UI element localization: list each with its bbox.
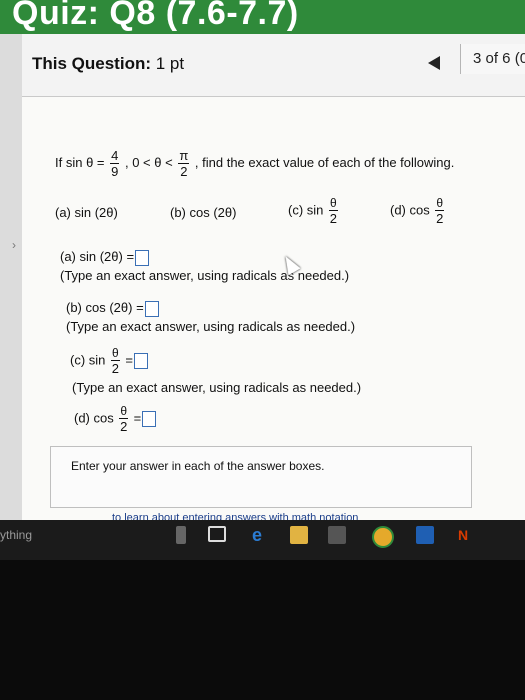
answer-c-instruction: (Type an exact answer, using radicals as…	[72, 380, 362, 395]
microphone-icon[interactable]	[176, 526, 186, 544]
fraction-denominator: 2	[329, 211, 337, 226]
answer-c-label: (c) sin	[70, 352, 106, 368]
fraction-theta-over-two: θ2	[119, 404, 129, 434]
answer-d-label: (d) cos	[74, 410, 114, 426]
fraction-numerator: θ	[329, 196, 338, 211]
fraction-numerator: π	[178, 148, 190, 164]
answer-a-input[interactable]	[135, 249, 150, 266]
answer-c-row: (c) sin θ2 =	[70, 347, 148, 375]
question-points: This Question: 1 pt	[32, 54, 184, 74]
problem-interval: , 0 < θ <	[124, 154, 173, 170]
fraction-denominator: 2	[436, 211, 444, 226]
equals-sign: =	[133, 410, 142, 426]
taskbar-search-text[interactable]: ything	[0, 528, 32, 542]
answer-d-row: (d) cos θ2 =	[74, 404, 157, 434]
answer-hint-text: Enter your answer in each of the answer …	[71, 459, 325, 473]
answer-hint-box: Enter your answer in each of the answer …	[50, 446, 472, 508]
part-a-prompt: (a) sin (2θ)	[55, 205, 118, 220]
answer-b-label: (b) cos (2θ) =	[66, 300, 144, 315]
question-header: This Question: 1 pt 3 of 6 (0	[22, 34, 525, 97]
answer-b-instruction: (Type an exact answer, using radicals as…	[66, 319, 356, 334]
fraction-numerator: θ	[119, 404, 129, 419]
fraction-theta-over-two: θ2	[111, 347, 120, 375]
part-label: (c) sin	[288, 202, 324, 218]
fraction-numerator: θ	[435, 196, 445, 211]
store-icon[interactable]	[328, 526, 346, 544]
part-c-prompt: (c) sin θ2	[288, 197, 340, 225]
outlook-icon[interactable]	[416, 526, 434, 544]
file-explorer-icon[interactable]	[290, 526, 308, 544]
onenote-icon[interactable]: N	[458, 526, 476, 544]
fraction-pi-over-two: π2	[178, 148, 190, 179]
fraction-denominator: 2	[180, 164, 188, 179]
fraction-numerator: 4	[110, 148, 120, 164]
answer-b-row: (b) cos (2θ) =	[66, 300, 159, 317]
question-counter-text: 3 of 6 (0	[473, 50, 525, 67]
question-points-value: 1 pt	[155, 54, 185, 73]
answer-b-input[interactable]	[144, 300, 159, 317]
fraction-numerator: θ	[111, 346, 120, 361]
problem-statement: If sin θ = 49 , 0 < θ < π2 , find the ex…	[55, 149, 454, 178]
windows-taskbar: ything e N	[0, 520, 525, 560]
fraction-theta-over-two: θ2	[435, 196, 445, 226]
fraction-theta-over-two: θ2	[329, 197, 338, 225]
task-view-icon[interactable]	[208, 526, 226, 542]
edge-browser-icon[interactable]: e	[252, 526, 270, 544]
answer-a-instruction: (Type an exact answer, using radicals as…	[60, 268, 350, 283]
part-b-prompt: (b) cos (2θ)	[170, 205, 236, 220]
part-label: (d) cos	[390, 202, 430, 218]
quiz-title: Quiz: Q8 (7.6-7.7)	[12, 0, 299, 32]
fraction-denominator: 9	[111, 164, 119, 179]
fraction-denominator: 2	[120, 419, 128, 434]
fraction-denominator: 2	[111, 361, 119, 376]
equals-sign: =	[125, 352, 133, 368]
left-gutter	[0, 34, 23, 535]
answer-a-label: (a) sin (2θ) =	[60, 249, 135, 264]
part-d-prompt: (d) cos θ2	[390, 197, 446, 225]
answer-a-row: (a) sin (2θ) =	[60, 249, 150, 266]
chrome-browser-icon[interactable]	[372, 526, 394, 548]
answer-c-input[interactable]	[133, 353, 148, 369]
question-counter[interactable]: 3 of 6 (0	[460, 44, 525, 74]
part-label: (a) sin (2θ)	[55, 205, 118, 220]
previous-question-arrow-icon[interactable]	[428, 56, 440, 70]
answer-d-input[interactable]	[142, 411, 157, 427]
quiz-title-bar: Quiz: Q8 (7.6-7.7)	[0, 0, 525, 34]
problem-suffix: , find the exact value of each of the fo…	[194, 154, 455, 170]
browser-viewport: Quiz: Q8 (7.6-7.7) › › › This Question: …	[0, 0, 525, 535]
problem-prefix: If sin θ =	[55, 154, 105, 170]
fraction-sin-value: 49	[110, 148, 120, 179]
question-points-label: This Question:	[32, 54, 151, 73]
chevron-right-icon[interactable]: ›	[12, 238, 16, 252]
part-label: (b) cos (2θ)	[170, 205, 237, 220]
